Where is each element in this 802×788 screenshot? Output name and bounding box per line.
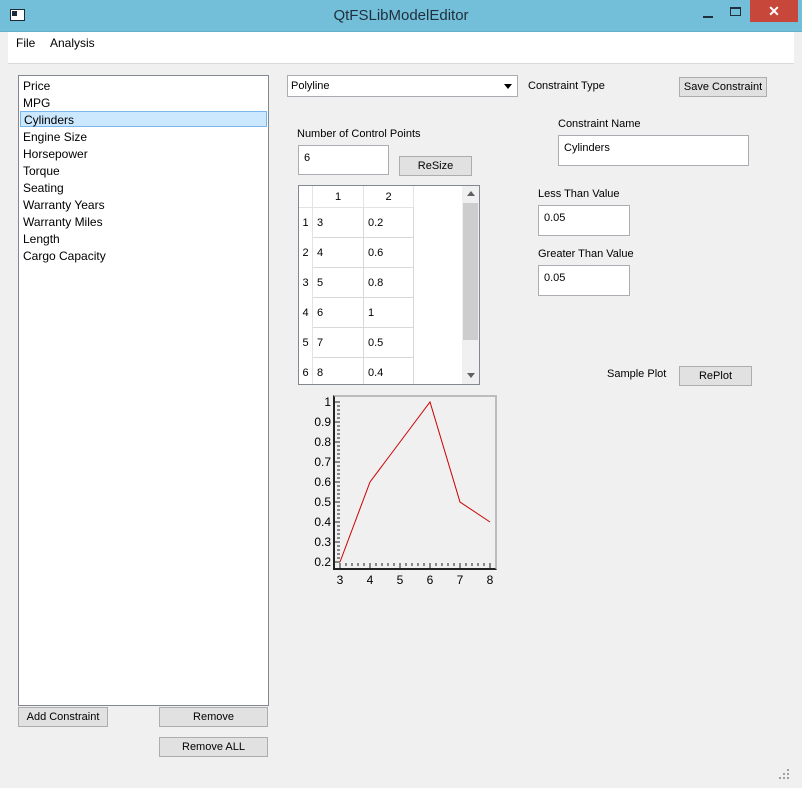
list-item[interactable]: Warranty Miles (23, 214, 103, 230)
menu-analysis[interactable]: Analysis (50, 36, 95, 50)
table-cell[interactable]: 8 (313, 358, 364, 384)
scroll-down-icon[interactable] (467, 373, 475, 378)
list-item[interactable]: Seating (23, 180, 64, 196)
table-cell[interactable]: 0.2 (364, 208, 414, 238)
table-cell[interactable]: 7 (313, 328, 364, 358)
x-tick-label: 3 (337, 573, 344, 587)
table-corner (299, 186, 313, 208)
constraint-name-input[interactable]: Cylinders (558, 135, 749, 166)
list-item[interactable]: Horsepower (23, 146, 88, 162)
minimize-button[interactable] (696, 4, 720, 22)
x-tick-label: 8 (487, 573, 494, 587)
resize-button[interactable]: ReSize (399, 156, 472, 176)
window-title: QtFSLibModelEditor (333, 7, 469, 24)
table-cell[interactable]: 0.5 (364, 328, 414, 358)
table-cell[interactable]: 0.4 (364, 358, 414, 384)
row-header: 1 (299, 208, 313, 238)
row-header: 6 (299, 358, 313, 384)
y-tick-label: 0.6 (314, 475, 331, 489)
y-tick-label: 0.5 (314, 495, 331, 509)
table-cell[interactable]: 3 (313, 208, 364, 238)
list-item[interactable]: Warranty Years (23, 197, 105, 213)
chevron-down-icon (504, 84, 512, 89)
remove-button[interactable]: Remove (159, 707, 268, 727)
row-header: 5 (299, 328, 313, 358)
control-points-table[interactable]: 1 2 1 3 0.2 2 4 0.6 3 5 0.8 4 6 1 5 7 0.… (298, 185, 480, 385)
replot-button[interactable]: RePlot (679, 366, 752, 386)
column-header-2[interactable]: 2 (364, 186, 414, 208)
less-than-input[interactable]: 0.05 (538, 205, 630, 236)
column-header-1[interactable]: 1 (313, 186, 364, 208)
remove-all-button[interactable]: Remove ALL (159, 737, 268, 757)
constraint-type-label: Constraint Type (528, 80, 605, 92)
save-constraint-button[interactable]: Save Constraint (679, 77, 767, 97)
menu-bar: File Analysis (8, 32, 794, 54)
x-tick-label: 7 (457, 573, 464, 587)
list-item[interactable]: Price (23, 78, 50, 94)
list-item[interactable]: Length (23, 231, 60, 247)
scrollbar-thumb[interactable] (463, 203, 478, 340)
constraint-type-select[interactable]: Polyline (287, 75, 518, 97)
y-tick-label: 0.8 (314, 435, 331, 449)
sample-plot-label: Sample Plot (607, 368, 667, 380)
control-points-label: Number of Control Points (297, 128, 421, 140)
y-tick-label: 0.4 (314, 515, 331, 529)
control-points-input[interactable]: 6 (298, 145, 389, 175)
list-item[interactable]: Engine Size (23, 129, 87, 145)
list-item[interactable]: MPG (23, 95, 50, 111)
y-tick-label: 0.3 (314, 535, 331, 549)
series-line (339, 400, 491, 563)
maximize-button[interactable] (724, 4, 748, 22)
row-header: 4 (299, 298, 313, 328)
resize-grip-icon[interactable] (778, 768, 790, 780)
row-header: 3 (299, 268, 313, 298)
x-tick-label: 4 (367, 573, 374, 587)
table-cell[interactable]: 6 (313, 298, 364, 328)
table-cell[interactable]: 0.8 (364, 268, 414, 298)
add-constraint-button[interactable]: Add Constraint (18, 707, 108, 727)
table-cell[interactable]: 4 (313, 238, 364, 268)
row-header: 2 (299, 238, 313, 268)
greater-than-input[interactable]: 0.05 (538, 265, 630, 296)
table-cell[interactable]: 1 (364, 298, 414, 328)
constraint-type-value: Polyline (291, 80, 330, 92)
greater-than-label: Greater Than Value (538, 248, 634, 260)
y-tick-label: 0.2 (314, 555, 331, 569)
y-tick-label: 0.9 (314, 415, 331, 429)
list-item[interactable]: Cargo Capacity (23, 248, 106, 264)
scroll-up-icon[interactable] (467, 191, 475, 196)
close-button[interactable]: ✕ (750, 0, 798, 22)
constraint-name-label: Constraint Name (558, 118, 641, 130)
table-cell[interactable]: 0.6 (364, 238, 414, 268)
table-cell[interactable]: 5 (313, 268, 364, 298)
constraint-list[interactable]: Price MPG Cylinders Engine Size Horsepow… (18, 75, 269, 706)
x-tick-label: 5 (397, 573, 404, 587)
menu-file[interactable]: File (16, 36, 35, 50)
less-than-label: Less Than Value (538, 188, 620, 200)
list-item[interactable]: Torque (23, 163, 60, 179)
x-tick-label: 6 (427, 573, 434, 587)
sample-plot-chart: 1 0.9 0.8 0.7 0.6 0.5 0.4 0.3 0.2 3 4 5 6 7 8 (314, 395, 494, 587)
y-tick-label: 1 (324, 395, 331, 409)
list-item-selected[interactable]: Cylinders (20, 111, 267, 127)
toolbar-strip (8, 54, 794, 64)
y-tick-label: 0.7 (314, 455, 331, 469)
